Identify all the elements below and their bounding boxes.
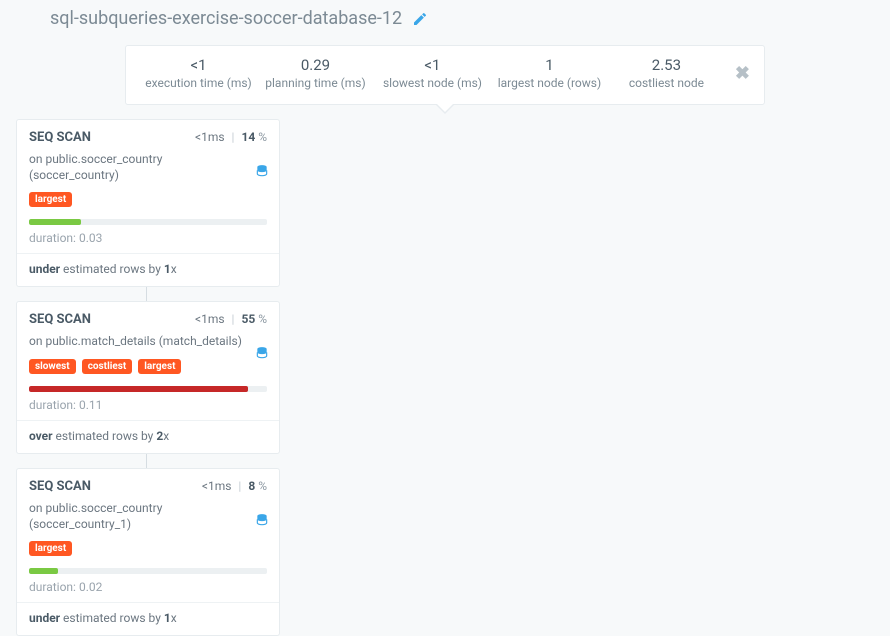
estimate-line: over estimated rows by 2x <box>17 420 279 443</box>
est-direction: under <box>29 611 60 625</box>
stat-execution-time: <1 execution time (ms) <box>140 56 257 90</box>
est-direction: over <box>29 429 53 443</box>
stat-value: <1 <box>374 56 491 74</box>
node-pct: 8 <box>248 479 255 493</box>
tree-connector <box>146 287 147 301</box>
duration-value: 0.02 <box>79 580 102 594</box>
duration-text: duration: 0.02 <box>29 580 267 594</box>
close-icon[interactable]: ✖ <box>725 63 750 84</box>
tag-slowest: slowest <box>29 359 76 374</box>
duration-bar <box>29 386 267 392</box>
stat-value: 1 <box>491 56 608 74</box>
stat-label: slowest node (ms) <box>374 76 491 90</box>
stats-pointer-icon <box>435 104 455 114</box>
on-prefix: on <box>29 501 45 515</box>
node-time: <1ms <box>202 479 232 493</box>
duration-text: duration: 0.03 <box>29 231 267 245</box>
plan-node[interactable]: SEQ SCAN <1ms | 55 % on public.match_det… <box>16 301 280 453</box>
tree-connector <box>146 454 147 468</box>
stat-slowest-node: <1 slowest node (ms) <box>374 56 491 90</box>
tag-largest: largest <box>29 192 72 207</box>
duration-bar <box>29 568 267 574</box>
plan-node[interactable]: SEQ SCAN <1ms | 8 % on public.soccer_cou… <box>16 468 280 636</box>
est-direction: under <box>29 262 60 276</box>
relation-line: on public.match_details (match_details) <box>29 333 267 349</box>
plan-tree: SEQ SCAN <1ms | 14 % on public.soccer_co… <box>0 105 280 636</box>
duration-bar-fill <box>29 219 81 225</box>
separator: | <box>232 130 235 144</box>
est-mid: estimated rows by <box>60 611 164 625</box>
relation-name: public.match_details (match_details) <box>45 334 241 348</box>
scan-type: SEQ SCAN <box>29 312 91 327</box>
relation-name: public.soccer_country (soccer_country_1) <box>29 501 162 531</box>
stats-bar: <1 execution time (ms) 0.29 planning tim… <box>125 45 765 105</box>
pct-unit: % <box>258 479 267 493</box>
relation-line: on public.soccer_country (soccer_country… <box>29 151 267 183</box>
scan-type: SEQ SCAN <box>29 479 91 494</box>
node-metrics: <1ms | 55 % <box>195 312 267 326</box>
tag-row: largest <box>29 191 267 207</box>
node-metrics: <1ms | 8 % <box>202 479 267 493</box>
stat-largest-node: 1 largest node (rows) <box>491 56 608 90</box>
tag-largest: largest <box>29 541 72 556</box>
plan-node[interactable]: SEQ SCAN <1ms | 14 % on public.soccer_co… <box>16 119 280 287</box>
separator: | <box>238 479 241 493</box>
duration-label: duration: <box>29 231 79 245</box>
node-time: <1ms <box>195 312 225 326</box>
duration-value: 0.03 <box>79 231 102 245</box>
duration-bar-fill <box>29 386 248 392</box>
node-pct: 14 <box>241 130 255 144</box>
stat-label: largest node (rows) <box>491 76 608 90</box>
tag-row: largest <box>29 540 267 556</box>
scan-type: SEQ SCAN <box>29 130 91 145</box>
plan-node-header: SEQ SCAN <1ms | 8 % <box>29 479 267 494</box>
stat-value: <1 <box>140 56 257 74</box>
plan-node-header: SEQ SCAN <1ms | 55 % <box>29 312 267 327</box>
on-prefix: on <box>29 334 45 348</box>
tag-costliest: costliest <box>82 359 133 374</box>
database-icon <box>255 164 269 178</box>
duration-value: 0.11 <box>79 398 102 412</box>
stat-value: 2.53 <box>608 56 725 74</box>
separator: | <box>232 312 235 326</box>
relation-line: on public.soccer_country (soccer_country… <box>29 500 267 532</box>
stat-label: planning time (ms) <box>257 76 374 90</box>
stat-value: 0.29 <box>257 56 374 74</box>
relation-name: public.soccer_country (soccer_country) <box>29 152 162 182</box>
stat-label: costliest node <box>608 76 725 90</box>
est-mid: estimated rows by <box>53 429 157 443</box>
node-time: <1ms <box>195 130 225 144</box>
est-suffix: x <box>171 262 177 276</box>
duration-label: duration: <box>29 398 79 412</box>
database-icon <box>255 513 269 527</box>
duration-bar <box>29 219 267 225</box>
tag-row: slowest costliest largest <box>29 358 267 374</box>
pct-unit: % <box>258 130 267 144</box>
est-factor: 1 <box>164 611 171 625</box>
stat-label: execution time (ms) <box>140 76 257 90</box>
tag-largest: largest <box>138 359 181 374</box>
duration-label: duration: <box>29 580 79 594</box>
estimate-line: under estimated rows by 1x <box>17 602 279 625</box>
est-factor: 1 <box>164 262 171 276</box>
est-mid: estimated rows by <box>60 262 164 276</box>
on-prefix: on <box>29 152 45 166</box>
stat-planning-time: 0.29 planning time (ms) <box>257 56 374 90</box>
est-suffix: x <box>163 429 169 443</box>
duration-text: duration: 0.11 <box>29 398 267 412</box>
header: sql-subqueries-exercise-soccer-database-… <box>0 0 890 29</box>
node-metrics: <1ms | 14 % <box>195 130 267 144</box>
pct-unit: % <box>258 312 267 326</box>
estimate-line: under estimated rows by 1x <box>17 253 279 276</box>
est-suffix: x <box>171 611 177 625</box>
edit-icon[interactable] <box>412 11 428 27</box>
page-title: sql-subqueries-exercise-soccer-database-… <box>50 8 402 29</box>
node-pct: 55 <box>241 312 255 326</box>
stat-costliest-node: 2.53 costliest node <box>608 56 725 90</box>
plan-node-header: SEQ SCAN <1ms | 14 % <box>29 130 267 145</box>
duration-bar-fill <box>29 568 58 574</box>
database-icon <box>255 346 269 360</box>
